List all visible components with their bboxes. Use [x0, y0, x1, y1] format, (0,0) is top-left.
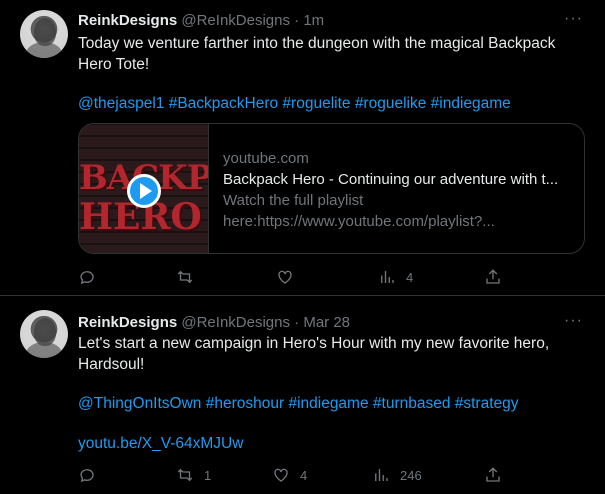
tweet[interactable]: ReinkDesigns @ReInkDesigns · 1m ··· Toda… [0, 0, 605, 296]
views-count: 246 [400, 467, 422, 483]
more-options-icon[interactable]: ··· [564, 312, 583, 330]
card-domain: youtube.com [223, 150, 309, 167]
timestamp[interactable]: 1m [303, 12, 324, 29]
like-button[interactable]: 4 [272, 466, 307, 484]
tweet[interactable]: ReinkDesigns @ReInkDesigns · Mar 28 ··· … [0, 297, 605, 494]
retweet-count: 1 [204, 467, 212, 483]
retweet-button[interactable] [176, 268, 204, 286]
share-icon [486, 269, 500, 284]
tweet-header: ReinkDesigns @ReInkDesigns · Mar 28 [78, 314, 350, 331]
reply-icon [80, 469, 94, 483]
views-icon [381, 271, 394, 283]
handle[interactable]: @ReInkDesigns [181, 314, 290, 331]
retweet-icon [177, 270, 193, 284]
display-name[interactable]: ReinkDesigns [78, 12, 177, 29]
avatar[interactable] [20, 10, 68, 58]
tweet-hashtags[interactable]: @ThingOnItsOwn #heroshour #indiegame #tu… [78, 393, 583, 414]
play-icon[interactable] [127, 174, 161, 208]
avatar[interactable] [20, 310, 68, 358]
reply-button[interactable] [78, 268, 106, 286]
tweet-hashtags[interactable]: @thejaspel1 #BackpackHero #roguelite #ro… [78, 93, 583, 114]
views-button[interactable]: 246 [372, 466, 422, 484]
reply-icon [80, 271, 94, 285]
tweet-header: ReinkDesigns @ReInkDesigns · 1m [78, 12, 324, 29]
card-info: youtube.com Backpack Hero - Continuing o… [223, 148, 575, 232]
tweet-text: Today we venture farther into the dungeo… [78, 35, 556, 73]
handle[interactable]: @ReInkDesigns [181, 12, 290, 29]
card-title: Backpack Hero - Continuing our adventure… [223, 171, 559, 188]
reply-button[interactable] [78, 466, 106, 484]
tweet-actions: 1 4 246 [78, 466, 508, 486]
like-button[interactable] [276, 268, 304, 286]
video-thumbnail[interactable]: BACKPACK HERO [79, 124, 209, 253]
views-count: 4 [406, 269, 414, 285]
separator: · [294, 12, 300, 29]
like-count: 4 [300, 467, 308, 483]
tweet-text: Let's start a new campaign in Hero's Hou… [78, 335, 550, 373]
card-description: Watch the full playlist here:https://www… [223, 192, 495, 230]
share-icon [486, 467, 500, 482]
share-button[interactable] [484, 466, 512, 484]
tweet-actions: 4 [78, 268, 508, 288]
more-options-icon[interactable]: ··· [564, 10, 583, 28]
retweet-button[interactable]: 1 [176, 466, 211, 484]
timestamp[interactable]: Mar 28 [303, 314, 350, 331]
share-button[interactable] [484, 268, 512, 286]
separator: · [294, 314, 300, 331]
display-name[interactable]: ReinkDesigns [78, 314, 177, 331]
tweet-link[interactable]: youtu.be/X_V-64xMJUw [78, 433, 583, 454]
views-button[interactable]: 4 [378, 268, 413, 286]
views-icon [375, 469, 388, 481]
link-card[interactable]: BACKPACK HERO youtube.com Backpack Hero … [78, 123, 585, 254]
retweet-icon [177, 468, 193, 482]
heart-icon [274, 468, 288, 482]
heart-icon [278, 270, 292, 284]
